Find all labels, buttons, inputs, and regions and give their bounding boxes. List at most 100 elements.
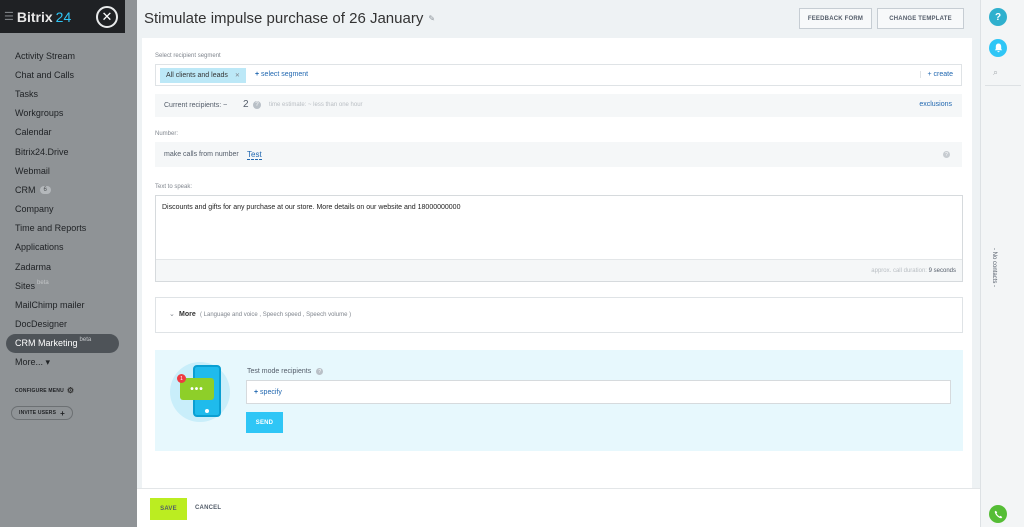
sidebar-item-label: CRM Marketing (15, 338, 78, 349)
phone-call-button[interactable] (989, 505, 1007, 523)
save-button[interactable]: SAVE (150, 498, 187, 520)
sidebar-item-docdesigner[interactable]: DocDesigner (0, 315, 125, 334)
test-recipients-input[interactable]: + specify (246, 380, 951, 404)
number-row: make calls from number Test ? (155, 142, 962, 167)
configure-menu-label: CONFIGURE MENU (15, 387, 64, 394)
call-duration-value: 9 seconds (928, 268, 956, 274)
sidebar-item-sites[interactable]: Sites beta (0, 276, 125, 295)
menu-icon[interactable]: ☰ (4, 10, 14, 23)
close-slider-button[interactable]: ✕ (96, 6, 118, 28)
no-contacts-label: - No contacts - (991, 248, 997, 288)
more-options-toggle[interactable]: ⌄ More ( Language and voice , Speech spe… (155, 297, 963, 333)
sidebar-item-label: Activity Stream (15, 50, 76, 61)
phone-icon (994, 510, 1002, 518)
help-button[interactable]: ? (989, 8, 1007, 26)
cancel-button[interactable]: CANCEL (195, 505, 221, 511)
overlay-shade (125, 0, 137, 527)
nav-menu: Activity Stream Chat and Calls Tasks Wor… (0, 46, 125, 372)
select-segment-link[interactable]: + select segment (255, 71, 308, 78)
chevron-down-icon: ⌄ (169, 311, 175, 318)
sidebar-item-label: MailChimp mailer (15, 300, 85, 311)
page-title: Stimulate impulse purchase of 26 January… (144, 10, 435, 27)
speak-label: Text to speak: (155, 184, 193, 190)
help-icon[interactable]: ? (316, 368, 324, 375)
sidebar-item-label: DocDesigner (15, 319, 68, 330)
configure-menu-button[interactable]: CONFIGURE MENU ⚙ (15, 386, 74, 395)
beta-badge: beta (37, 279, 49, 286)
feedback-form-button[interactable]: FEEDBACK FORM (799, 8, 872, 29)
speak-text: Discounts and gifts for any purchase at … (162, 204, 461, 211)
sidebar-item-mailchimp[interactable]: MailChimp mailer (0, 295, 125, 314)
plus-icon: + (255, 71, 260, 78)
remove-tag-icon[interactable]: ✕ (235, 72, 240, 79)
sidebar-item-more[interactable]: More... ▾ (0, 353, 125, 372)
call-duration: approx. call duration: 9 seconds (871, 268, 956, 274)
right-panel: ? ⌕ - No contacts - (980, 0, 1024, 527)
crm-counter-badge: 6 (39, 185, 51, 194)
send-button[interactable]: SEND (246, 412, 283, 433)
page-title-text: Stimulate impulse purchase of 26 January (144, 10, 424, 27)
text-to-speak-textarea[interactable]: Discounts and gifts for any purchase at … (155, 195, 963, 282)
search-icon[interactable]: ⌕ (993, 67, 998, 78)
footer-bar: SAVE CANCEL (137, 488, 980, 527)
sidebar-item-label: Applications (15, 242, 64, 253)
change-template-button[interactable]: CHANGE TEMPLATE (877, 8, 964, 29)
sidebar-item-label: Bitrix24.Drive (15, 146, 69, 157)
close-icon: ✕ (101, 9, 113, 24)
chat-bubble-icon: ••• (180, 378, 214, 400)
sidebar-item-tasks[interactable]: Tasks (0, 84, 125, 103)
sidebar-item-zadarma[interactable]: Zadarma (0, 257, 125, 276)
invite-users-label: INVITE USERS (19, 410, 57, 416)
sidebar-item-label: More... ▾ (15, 357, 51, 368)
form-card: Select recipient segment All clients and… (142, 38, 972, 488)
exclusions-link[interactable]: exclusions (919, 101, 952, 108)
help-icon[interactable]: ? (943, 151, 950, 158)
sidebar-item-webmail[interactable]: Webmail (0, 161, 125, 180)
recipients-label: Current recipients: ~ (164, 102, 228, 109)
sidebar-item-drive[interactable]: Bitrix24.Drive (0, 142, 125, 161)
sidebar-item-workgroups[interactable]: Workgroups (0, 104, 125, 123)
panel-header: Stimulate impulse purchase of 26 January… (137, 0, 980, 38)
specify-text: specify (260, 389, 282, 396)
gear-icon: ⚙ (66, 386, 75, 395)
sidebar-item-label: Time and Reports (15, 223, 87, 234)
sidebar-item-crm-marketing[interactable]: CRM Marketing beta (6, 333, 119, 353)
select-segment-text: select segment (261, 71, 309, 78)
sidebar-item-label: Sites (15, 280, 36, 291)
sidebar-item-label: Chat and Calls (15, 69, 75, 80)
plus-icon: + (254, 389, 259, 396)
sidebar-item-calendar[interactable]: Calendar (0, 123, 125, 142)
slider-panel: Stimulate impulse purchase of 26 January… (137, 0, 980, 527)
sidebar-item-time-reports[interactable]: Time and Reports (0, 219, 125, 238)
create-segment-link[interactable]: + create (919, 71, 953, 78)
sidebar-item-label: Webmail (15, 165, 50, 176)
number-label: Number: (155, 131, 179, 137)
sidebar-item-label: Zadarma (15, 261, 52, 272)
notifications-bell-icon[interactable] (989, 39, 1007, 57)
test-recipients-label: Test mode recipients ? (247, 368, 324, 375)
number-select-link[interactable]: Test (247, 150, 262, 160)
segment-tag-label: All clients and leads (166, 72, 228, 79)
test-recipients-text: Test mode recipients (247, 368, 312, 375)
sidebar-item-applications[interactable]: Applications (0, 238, 125, 257)
invite-users-button[interactable]: INVITE USERS + (11, 406, 74, 420)
sidebar-item-chat[interactable]: Chat and Calls (0, 65, 125, 84)
sidebar-item-crm[interactable]: CRM 6 (0, 180, 125, 199)
test-mode-panel: ••• 1 Test mode recipients ? + specify S… (155, 350, 963, 451)
sidebar-item-activity-stream[interactable]: Activity Stream (0, 46, 125, 65)
sidebar-item-company[interactable]: Company (0, 200, 125, 219)
help-icon[interactable]: ? (253, 101, 261, 109)
divider (985, 85, 1021, 86)
speak-footer: approx. call duration: 9 seconds (156, 259, 962, 281)
sidebar-item-label: Company (15, 204, 54, 215)
logo-number[interactable]: 24 (56, 9, 72, 25)
specify-link[interactable]: + specify (254, 389, 282, 396)
segment-label: Select recipient segment (155, 53, 221, 59)
sidebar-item-label: Workgroups (15, 108, 64, 119)
notification-badge: 1 (177, 374, 186, 383)
segment-selector[interactable]: All clients and leads ✕ + select segment… (155, 64, 962, 86)
edit-pencil-icon[interactable]: ✎ (428, 14, 435, 23)
recipients-count: 2 (243, 99, 249, 110)
call-duration-label: approx. call duration: (871, 268, 927, 274)
logo-text[interactable]: Bitrix (17, 9, 53, 25)
